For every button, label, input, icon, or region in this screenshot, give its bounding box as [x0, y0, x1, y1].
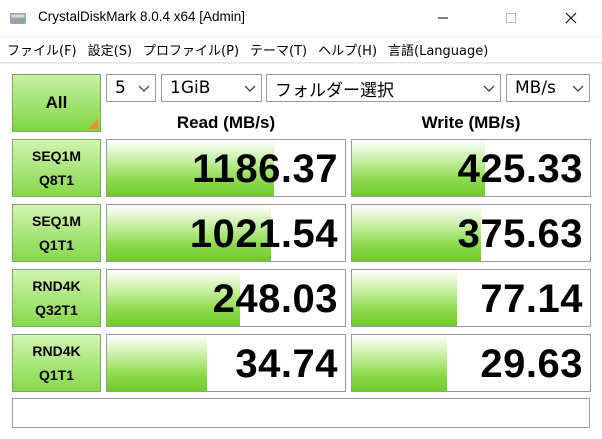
chevron-down-icon: [572, 85, 584, 92]
all-button-label: All: [45, 93, 68, 112]
read-result-seq1m-q1t1: 1021.54: [106, 204, 346, 262]
menu-language[interactable]: 言語(Language): [388, 40, 488, 59]
write-bar: [352, 335, 448, 391]
test-button-seq1m-q1t1[interactable]: SEQ1M Q1T1: [12, 204, 101, 262]
test-size-select[interactable]: 1GiB: [161, 74, 262, 102]
test-button-rnd4k-q32t1[interactable]: RND4K Q32T1: [12, 269, 101, 327]
test-button-line1: RND4K: [32, 343, 81, 359]
app-disk-icon: [10, 13, 26, 24]
read-column-header: Read (MB/s): [176, 113, 276, 132]
menu-theme[interactable]: テーマ(T): [250, 40, 307, 59]
read-result-seq1m-q8t1: 1186.37: [106, 139, 346, 197]
read-value: 34.74: [235, 342, 338, 386]
test-count-select[interactable]: 5: [106, 74, 156, 102]
window-title: CrystalDiskMark 8.0.4 x64 [Admin]: [38, 9, 246, 24]
corner-marker-icon: [88, 119, 98, 129]
write-value: 29.63: [480, 342, 583, 386]
read-bar: [107, 335, 207, 391]
test-button-rnd4k-q1t1[interactable]: RND4K Q1T1: [12, 334, 101, 392]
title-bar: CrystalDiskMark 8.0.4 x64 [Admin]: [0, 0, 602, 36]
test-button-line2: Q1T1: [38, 367, 74, 383]
write-bar: [352, 270, 457, 326]
write-result-seq1m-q8t1: 425.33: [351, 139, 591, 197]
read-value: 248.03: [212, 277, 338, 321]
drive-select-value: フォルダー選択: [275, 80, 394, 101]
write-value: 375.63: [457, 212, 583, 256]
unit-select-value: MB/s: [515, 78, 556, 98]
maximize-button[interactable]: [488, 0, 534, 36]
close-button[interactable]: [548, 0, 594, 36]
read-result-rnd4k-q1t1: 34.74: [106, 334, 346, 392]
test-button-line2: Q1T1: [38, 237, 74, 253]
test-button-line1: RND4K: [32, 278, 81, 294]
menu-bar: ファイル(F) 設定(S) プロファイル(P) テーマ(T) ヘルプ(H) 言語…: [0, 37, 602, 63]
test-button-line2: Q8T1: [38, 172, 74, 188]
maximize-icon: [506, 13, 516, 23]
read-value: 1021.54: [189, 212, 338, 256]
chevron-down-icon: [244, 85, 256, 92]
write-result-rnd4k-q1t1: 29.63: [351, 334, 591, 392]
test-button-line2: Q32T1: [35, 302, 78, 318]
test-count-value: 5: [115, 78, 126, 98]
menu-help[interactable]: ヘルプ(H): [318, 40, 377, 59]
test-size-value: 1GiB: [170, 78, 211, 98]
chevron-down-icon: [483, 85, 495, 92]
comment-input[interactable]: [12, 398, 590, 428]
read-value: 1186.37: [192, 147, 338, 191]
test-button-line1: SEQ1M: [31, 148, 81, 164]
write-column-header: Write (MB/s): [421, 113, 521, 132]
test-button-seq1m-q8t1[interactable]: SEQ1M Q8T1: [12, 139, 101, 197]
menu-file[interactable]: ファイル(F): [7, 40, 77, 59]
write-result-rnd4k-q32t1: 77.14: [351, 269, 591, 327]
drive-select[interactable]: フォルダー選択: [266, 74, 501, 102]
menu-profile[interactable]: プロファイル(P): [143, 40, 239, 59]
write-value: 425.33: [457, 147, 583, 191]
minimize-icon: [438, 17, 448, 19]
read-result-rnd4k-q32t1: 248.03: [106, 269, 346, 327]
write-result-seq1m-q1t1: 375.63: [351, 204, 591, 262]
menu-settings[interactable]: 設定(S): [88, 40, 132, 59]
minimize-button[interactable]: [420, 0, 466, 36]
all-button[interactable]: All: [12, 74, 101, 132]
write-value: 77.14: [480, 277, 583, 321]
close-icon: [565, 12, 577, 24]
chevron-down-icon: [138, 85, 150, 92]
unit-select[interactable]: MB/s: [506, 74, 590, 102]
test-button-line1: SEQ1M: [31, 213, 81, 229]
